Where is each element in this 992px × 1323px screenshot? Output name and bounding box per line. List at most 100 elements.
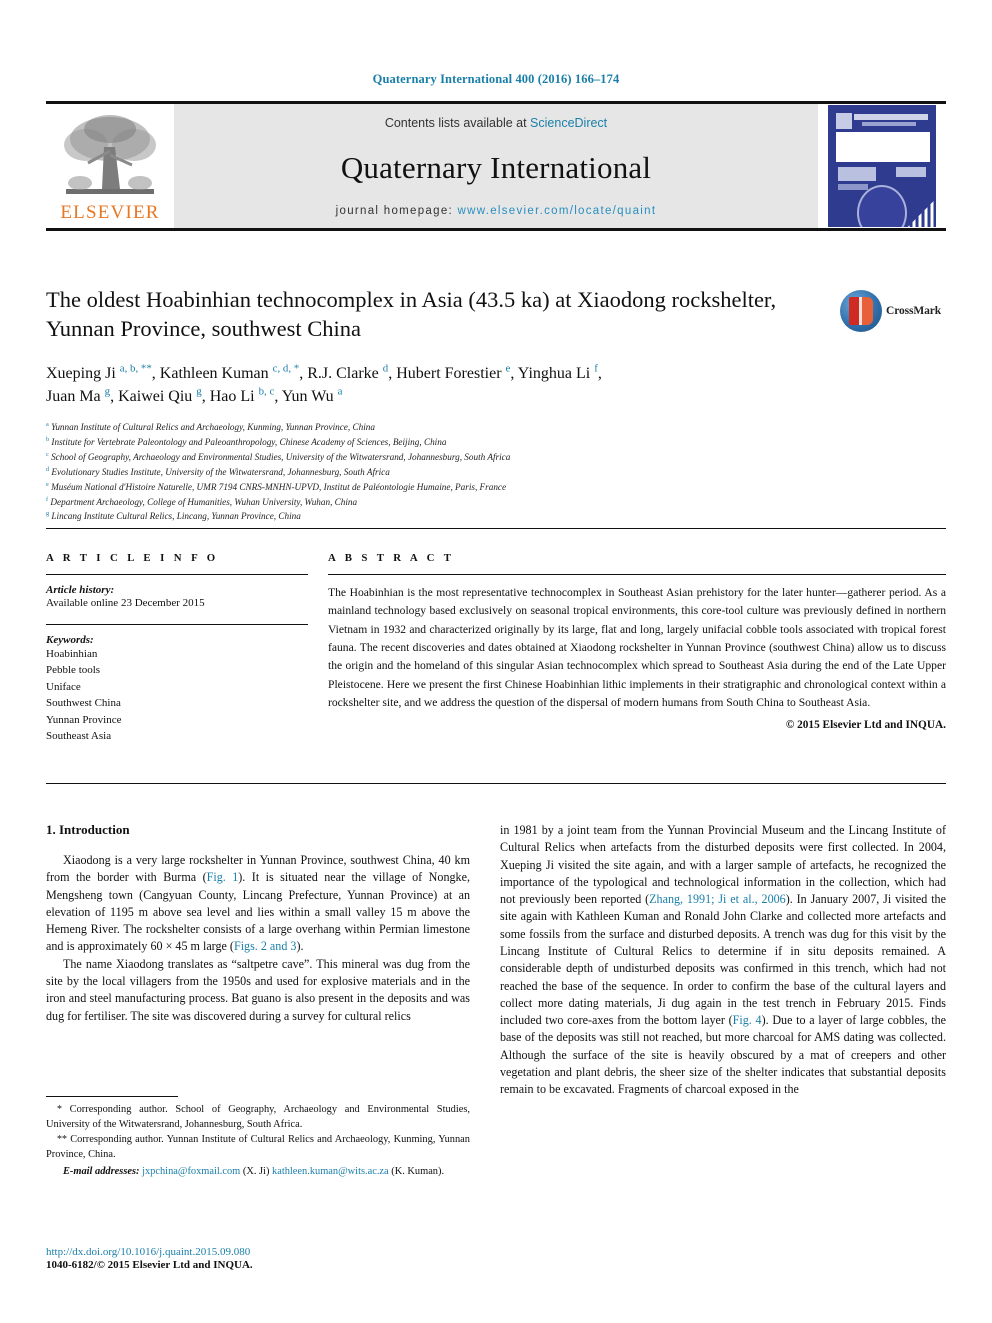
footnote-mark: ** xyxy=(57,1133,67,1145)
email-link-2[interactable]: kathleen.kuman@wits.ac.za xyxy=(272,1166,389,1177)
section-heading-introduction: 1. Introduction xyxy=(46,822,130,837)
email-footnote: E-mail addresses: jxpchina@foxmail.com (… xyxy=(46,1165,470,1180)
journal-cover-thumbnail xyxy=(818,104,946,228)
email-link-1[interactable]: jxpchina@foxmail.com xyxy=(142,1166,240,1177)
author-name: Yinghua Li xyxy=(517,365,595,382)
article-info-column: A R T I C L E I N F O Article history: A… xyxy=(46,552,308,745)
body-column-left: 1. Introduction Xiaodong is a very large… xyxy=(46,822,470,1025)
author-affiliation-mark: a, b, ** xyxy=(119,362,152,375)
author-affiliation-mark: d xyxy=(382,362,389,375)
footnote-text: Corresponding author. School of Geograph… xyxy=(46,1104,470,1130)
contents-prefix: Contents lists available at xyxy=(384,116,531,130)
affiliation-text: Lincang Institute Cultural Relics, Linca… xyxy=(49,511,301,522)
homepage-url-link[interactable]: www.elsevier.com/locate/quaint xyxy=(458,205,657,217)
abstract-column: A B S T R A C T The Hoabinhian is the mo… xyxy=(328,552,946,731)
citation-link[interactable]: Fig. 1 xyxy=(207,870,239,884)
author-name: Kathleen Kuman xyxy=(159,365,273,382)
page-title: The oldest Hoabinhian technocomplex in A… xyxy=(46,287,777,341)
abstract-copyright: © 2015 Elsevier Ltd and INQUA. xyxy=(785,719,946,732)
homepage-prefix: journal homepage: xyxy=(335,205,458,217)
issn-copyright-line: 1040-6182/© 2015 Elsevier Ltd and INQUA. xyxy=(46,1259,253,1271)
affiliation-item: e Muséum National d'Histoire Naturelle, … xyxy=(46,480,846,495)
affiliation-item: f Department Archaeology, College of Hum… xyxy=(46,495,846,510)
keyword-item: Pebble tools xyxy=(46,664,101,677)
doi-link[interactable]: http://dx.doi.org/10.1016/j.quaint.2015.… xyxy=(46,1246,470,1258)
author-name: Xueping Ji xyxy=(46,365,120,382)
citation-link[interactable]: Figs. 2 and 3 xyxy=(234,939,297,953)
body-paragraph: The name Xiaodong translates as “saltpet… xyxy=(46,956,470,1025)
author-name: Juan Ma xyxy=(46,388,105,406)
contents-available-line: Contents lists available at ScienceDirec… xyxy=(385,116,607,130)
elsevier-wordmark: ELSEVIER xyxy=(60,202,160,223)
keyword-item: Southwest China xyxy=(46,697,121,710)
keyword-item: Yunnan Province xyxy=(46,713,122,726)
abstract-heading: A B S T R A C T xyxy=(328,552,455,564)
email-label: E-mail addresses: xyxy=(63,1165,140,1177)
elsevier-tree-icon xyxy=(64,115,156,194)
journal-masthead: ELSEVIER Contents lists available at Sci… xyxy=(46,101,946,231)
crossmark-badge[interactable]: CrossMark xyxy=(840,288,946,334)
running-head: Quaternary International 400 (2016) 166–… xyxy=(372,72,620,86)
body-paragraph: Xiaodong is a very large rockshelter in … xyxy=(46,852,470,956)
body-paragraph: in 1981 by a joint team from the Yunnan … xyxy=(500,822,946,1099)
author-affiliation-mark: e xyxy=(505,362,511,375)
body-column-right: in 1981 by a joint team from the Yunnan … xyxy=(500,822,946,1099)
crossmark-logo-icon xyxy=(840,290,882,332)
keyword-item: Southeast Asia xyxy=(46,730,112,743)
footnote-item: ** Corresponding author. Yunnan Institut… xyxy=(46,1133,470,1163)
affiliation-text: Yunnan Institute of Cultural Relics and … xyxy=(48,422,375,432)
author-affiliation-mark: g xyxy=(196,385,202,398)
divider-top xyxy=(46,528,946,529)
author-affiliation-mark: b, c xyxy=(258,385,275,398)
body-text: ). xyxy=(296,939,304,954)
article-page: Quaternary International 400 (2016) 166–… xyxy=(0,0,992,1323)
author-name: R.J. Clarke xyxy=(307,365,383,382)
abstract-text: The Hoabinhian is the most representativ… xyxy=(328,586,946,709)
author-name: Hao Li xyxy=(209,388,259,406)
title-block: The oldest Hoabinhian technocomplex in A… xyxy=(46,286,836,343)
keyword-item: Uniface xyxy=(46,680,81,693)
journal-title: Quaternary International xyxy=(340,150,652,185)
affiliation-text: Evolutionary Studies Institute, Universi… xyxy=(49,466,390,477)
author-affiliation-mark: g xyxy=(104,385,111,398)
keyword-list: Hoabinhian Pebble tools Uniface Southwest C… xyxy=(46,646,308,745)
citation-link[interactable]: Fig. 4 xyxy=(733,1013,762,1027)
affiliation-list: a Yunnan Institute of Cultural Relics an… xyxy=(46,420,846,524)
divider-bottom xyxy=(46,783,946,784)
keywords-label: Keywords: xyxy=(46,633,94,646)
author-name: Hubert Forestier xyxy=(396,365,506,382)
keyword-item: Hoabinhian xyxy=(46,647,98,660)
affiliation-item: a Yunnan Institute of Cultural Relics an… xyxy=(46,420,846,435)
masthead-center: Contents lists available at ScienceDirec… xyxy=(174,104,818,228)
body-text: ). In January 2007, Ji visited the site … xyxy=(500,892,946,1028)
email-name-1: (X. Ji) xyxy=(242,1165,270,1177)
affiliation-item: d Evolutionary Studies Institute, Univer… xyxy=(46,465,846,480)
citation-link[interactable]: Zhang, 1991; Ji et al., 2006 xyxy=(649,892,786,906)
article-history-value: Available online 23 December 2015 xyxy=(46,597,205,609)
author-name: Yun Wu xyxy=(281,388,338,406)
journal-homepage-line: journal homepage: www.elsevier.com/locat… xyxy=(336,205,657,217)
author-name: Kaiwei Qiu xyxy=(118,388,197,406)
article-info-heading: A R T I C L E I N F O xyxy=(46,552,219,564)
body-text: The name Xiaodong translates as “saltpet… xyxy=(46,956,470,1023)
affiliation-item: c School of Geography, Archaeology and E… xyxy=(46,450,846,465)
doi-block: http://dx.doi.org/10.1016/j.quaint.2015.… xyxy=(46,1246,470,1271)
affiliation-text: Department Archaeology, College of Human… xyxy=(48,496,358,507)
footnote-item: * Corresponding author. School of Geogra… xyxy=(46,1103,470,1133)
affiliation-text: Institute for Vertebrate Paleontology an… xyxy=(49,436,447,447)
affiliation-item: b Institute for Vertebrate Paleontology … xyxy=(46,435,846,450)
crossmark-label: CrossMark xyxy=(886,305,942,317)
affiliation-text: Muséum National d'Histoire Naturelle, UM… xyxy=(48,481,507,492)
affiliation-item: g Lincang Institute Cultural Relics, Lin… xyxy=(46,509,846,524)
email-name-2: (K. Kuman). xyxy=(391,1165,445,1177)
author-affiliation-mark: f xyxy=(594,362,598,375)
author-affiliation-mark: c, d, * xyxy=(272,362,300,375)
elsevier-logo: ELSEVIER xyxy=(46,104,174,228)
author-line-1: Xueping Ji a, b, **, Kathleen Kuman c, d… xyxy=(46,362,602,382)
affiliation-text: School of Geography, Archaeology and Env… xyxy=(48,451,511,462)
article-history-label: Article history: xyxy=(46,584,115,596)
author-affiliation-mark: a xyxy=(337,385,343,398)
footnote-text: Corresponding author. Yunnan Institute o… xyxy=(46,1133,470,1160)
footnote-block: * Corresponding author. School of Geogra… xyxy=(46,1096,470,1179)
sciencedirect-link[interactable]: ScienceDirect xyxy=(530,116,607,130)
